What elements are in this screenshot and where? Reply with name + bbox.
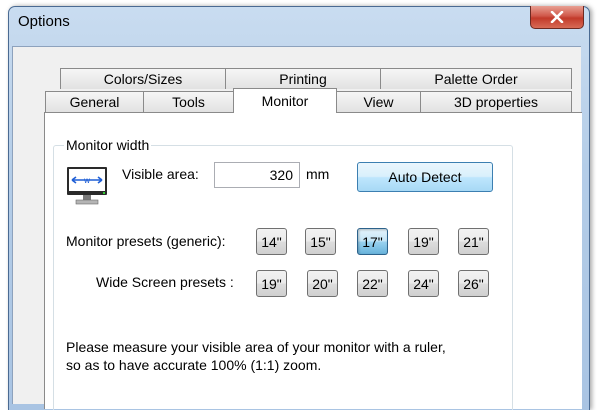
preset-wide-20[interactable]: 20" [307, 270, 338, 297]
visible-area-label: Visible area: [122, 166, 199, 182]
tab-printing[interactable]: Printing [225, 68, 381, 89]
preset-wide-22[interactable]: 22" [357, 270, 388, 297]
instructions-line-2: so as to have accurate 100% (1:1) zoom. [66, 357, 322, 373]
measure-instructions: Please measure your visible area of your… [66, 338, 506, 374]
preset-generic-21[interactable]: 21" [458, 228, 489, 255]
preset-wide-24[interactable]: 24" [408, 270, 439, 297]
monitor-width-group-label: Monitor width [64, 137, 152, 153]
visible-area-unit: mm [306, 166, 330, 182]
preset-wide-19[interactable]: 19" [256, 270, 287, 297]
svg-text:w: w [84, 176, 91, 185]
preset-generic-14[interactable]: 14" [256, 228, 287, 255]
tab-view[interactable]: View [336, 91, 421, 112]
wide-screen-presets-label: Wide Screen presets : [96, 274, 234, 290]
close-button[interactable] [530, 6, 584, 29]
window-title: Options [18, 13, 70, 30]
close-icon [550, 11, 564, 23]
preset-generic-19[interactable]: 19" [408, 228, 439, 255]
tab-colors-sizes[interactable]: Colors/Sizes [60, 68, 226, 89]
tab-tools[interactable]: Tools [143, 91, 234, 112]
tab-palette-order[interactable]: Palette Order [380, 68, 572, 89]
preset-wide-26[interactable]: 26" [458, 270, 489, 297]
tab-monitor[interactable]: Monitor [233, 88, 337, 113]
auto-detect-button[interactable]: Auto Detect [357, 162, 493, 192]
instructions-line-1: Please measure your visible area of your… [66, 339, 446, 355]
monitor-presets-label: Monitor presets (generic): [66, 233, 226, 249]
tab-general[interactable]: General [45, 91, 144, 112]
preset-generic-17[interactable]: 17" [357, 228, 388, 255]
tab-3d-properties[interactable]: 3D properties [420, 91, 572, 112]
preset-generic-15[interactable]: 15" [305, 228, 336, 255]
visible-area-input[interactable]: 320 [214, 162, 300, 188]
monitor-icon: w [67, 167, 107, 205]
